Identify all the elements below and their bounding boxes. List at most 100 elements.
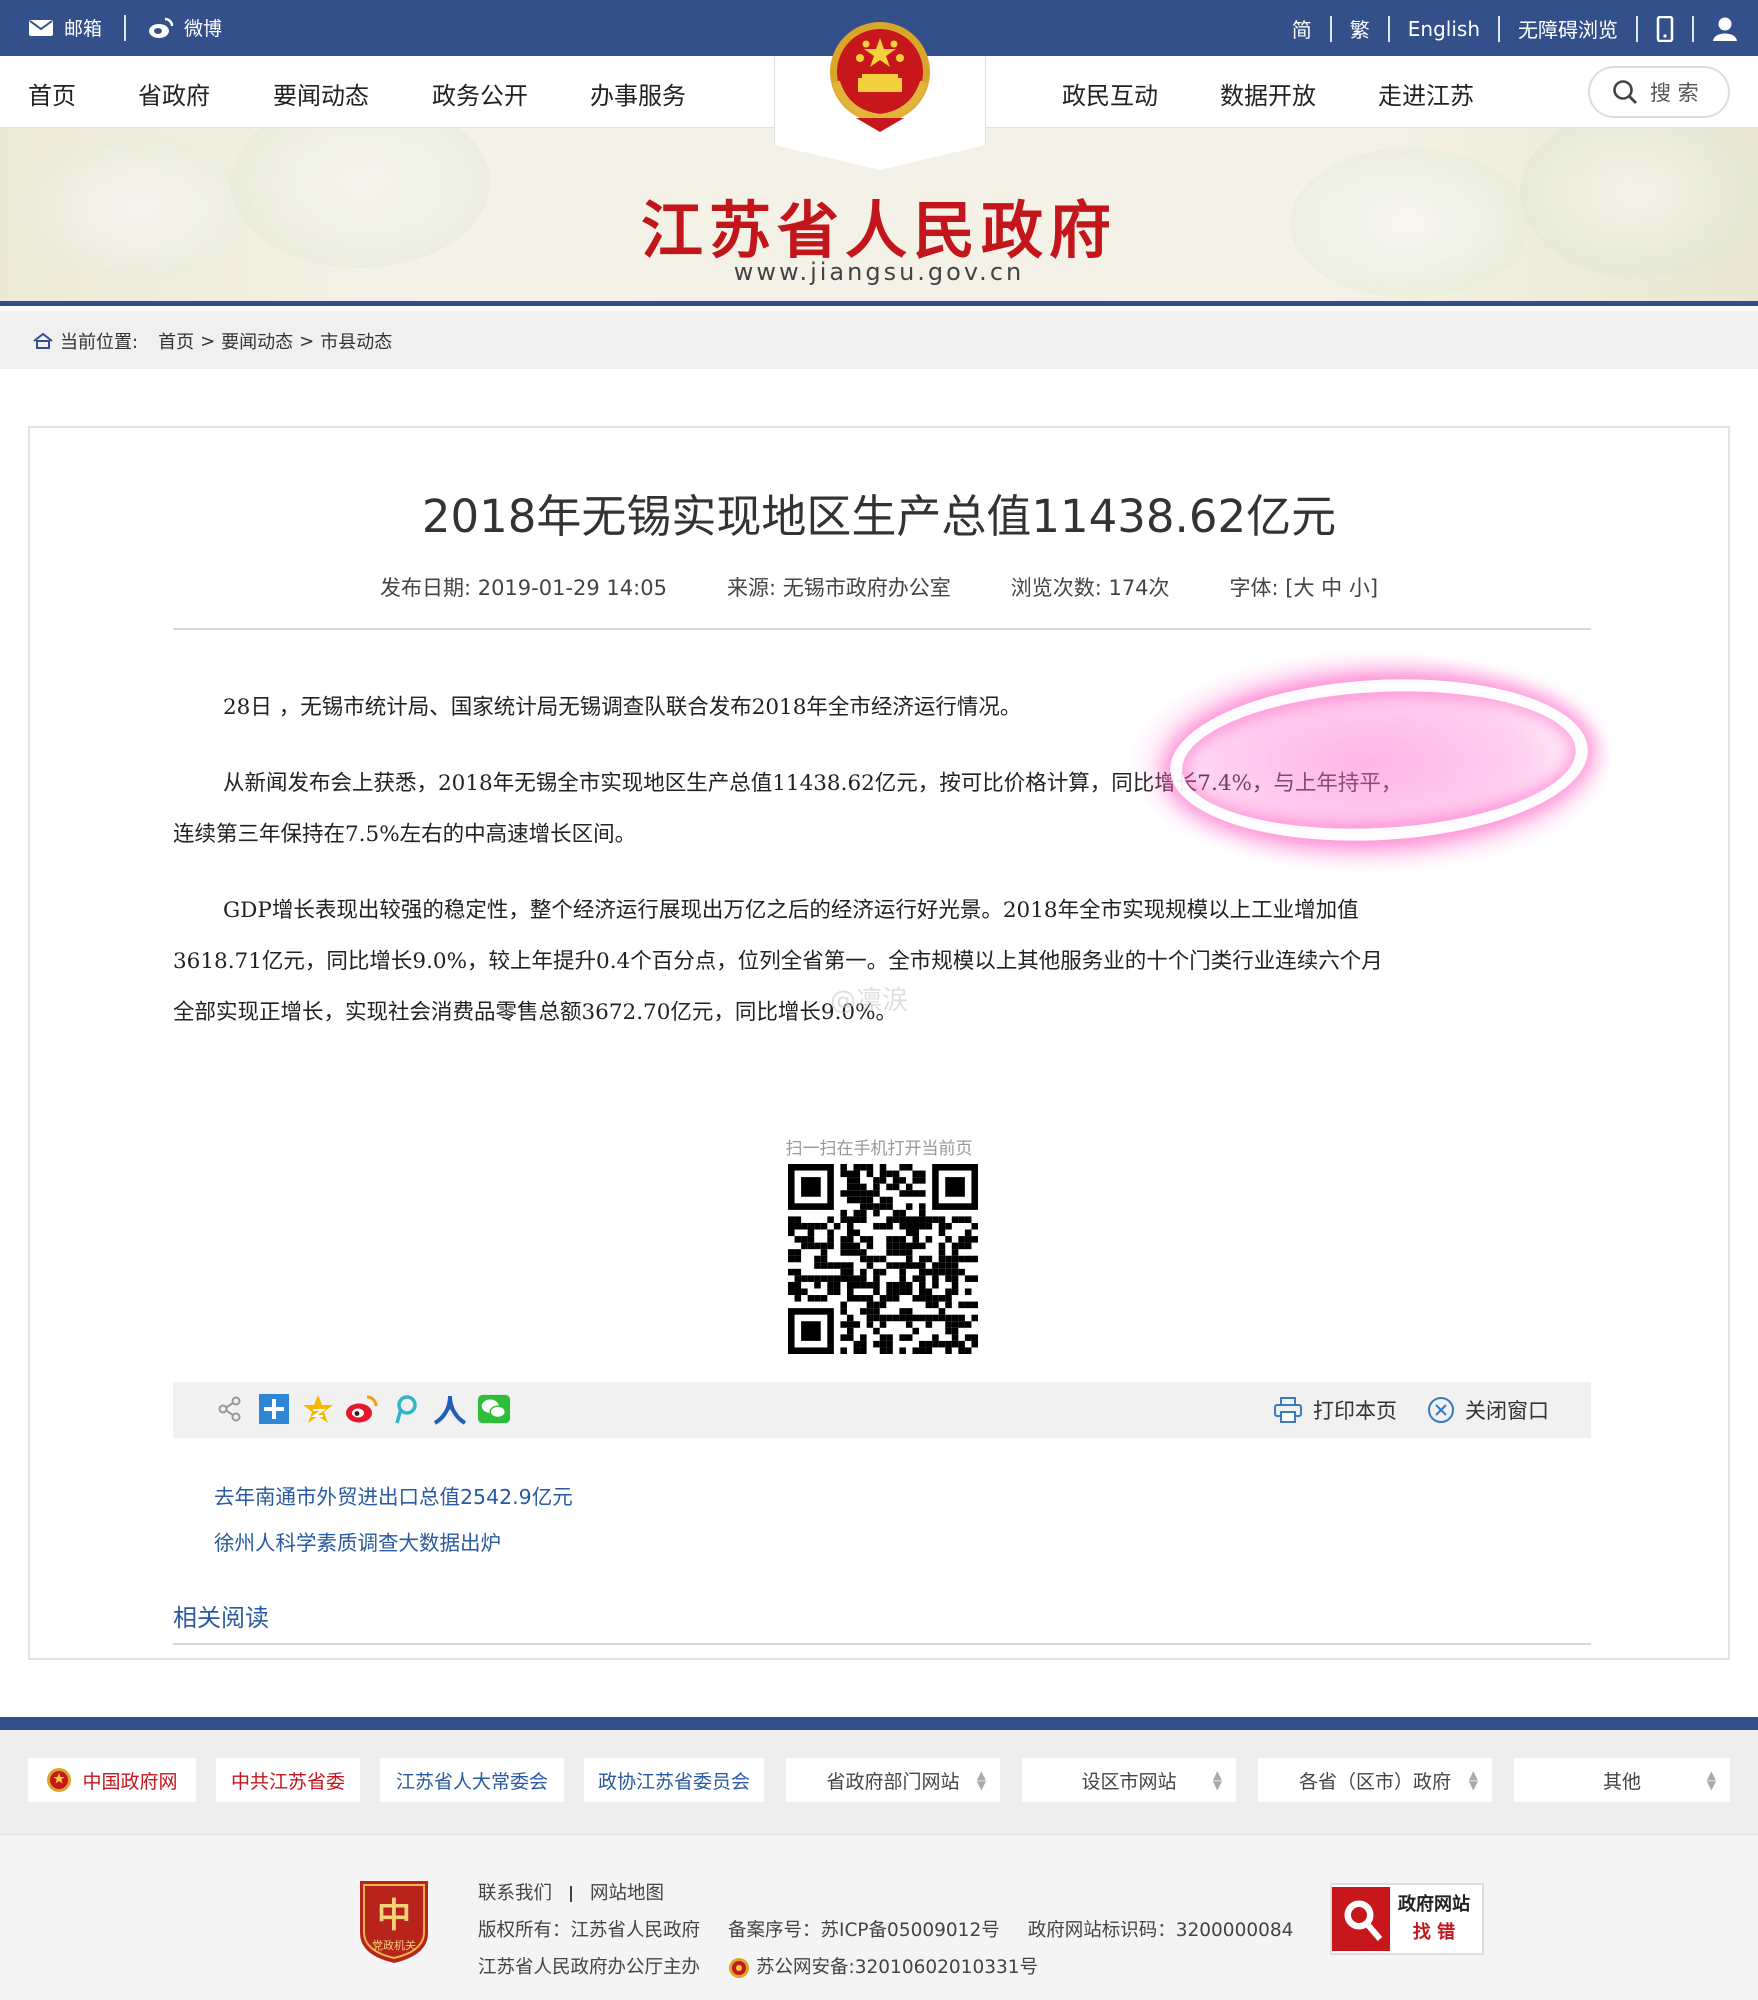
title-divider <box>173 628 1591 630</box>
paragraph-3-line-1: GDP增长表现出较强的稳定性，整个经济运行展现出万亿之后的经济运行好光景。201… <box>223 898 1359 923</box>
breadcrumb-bar: 当前位置: 首页 > 要闻动态 > 市县动态 <box>0 311 1758 369</box>
article-source: 来源: 无锡市政府办公室 <box>726 576 951 600</box>
renren-icon[interactable] <box>433 1392 467 1426</box>
china-gov-link[interactable]: 中国政府网 <box>28 1758 196 1802</box>
next-article-link[interactable]: 徐州人科学素质调查大数据出炉 <box>214 1520 573 1566</box>
magnifier-icon <box>1332 1887 1390 1951</box>
other-sites-label: 其他 <box>1602 1770 1641 1793</box>
china-gov-label: 中国政府网 <box>82 1770 178 1793</box>
cppcc-label: 政协江苏省委员会 <box>597 1770 750 1793</box>
badge-title: 政府网站 <box>1398 1894 1470 1915</box>
divider <box>1636 15 1638 42</box>
nav-news[interactable]: 要闻动态 <box>273 76 369 111</box>
department-sites-select[interactable]: 省政府部门网站 ▲ ▼ <box>786 1758 1000 1802</box>
nav-services[interactable]: 办事服务 <box>590 76 686 111</box>
icp-record[interactable]: 备案序号：苏ICP备05009012号 <box>728 1912 1000 1949</box>
adjacent-articles: 去年南通市外贸进出口总值2542.9亿元 徐州人科学素质调查大数据出炉 <box>214 1474 573 1566</box>
printer-icon <box>1274 1397 1302 1423</box>
site-identifier: 政府网站标识码：3200000084 <box>1027 1920 1294 1941</box>
publish-date: 发布日期: 2019-01-29 14:05 <box>379 576 667 600</box>
breadcrumb-separator: > <box>299 330 315 352</box>
cppcc-link[interactable]: 政协江苏省委员会 <box>584 1758 764 1802</box>
police-record-label: 苏公网安备:32010602010331号 <box>756 1957 1039 1978</box>
party-government-logo[interactable]: 中 党政机关 <box>354 1875 434 1965</box>
province-sites-select[interactable]: 各省（区市）政府 ▲ ▼ <box>1258 1758 1492 1802</box>
qr-code <box>788 1164 978 1354</box>
divider <box>1329 15 1332 42</box>
footer-divider <box>0 1717 1758 1730</box>
nav-government-affairs[interactable]: 政务公开 <box>432 76 528 111</box>
simplified-chinese-link[interactable]: 简 <box>1292 14 1312 43</box>
home-icon <box>33 332 53 349</box>
other-sites-select[interactable]: 其他 ▲ ▼ <box>1514 1758 1730 1802</box>
badge-subtitle: 找 错 <box>1412 1922 1456 1943</box>
prev-article-link[interactable]: 去年南通市外贸进出口总值2542.9亿元 <box>214 1474 573 1520</box>
close-window-button[interactable]: 关闭窗口 <box>1427 1395 1549 1425</box>
mail-icon <box>29 19 53 36</box>
select-arrows-icon: ▲ ▼ <box>1212 1768 1222 1792</box>
breadcrumb: 当前位置: 首页 > 要闻动态 > 市县动态 <box>32 328 392 354</box>
nav-provincial-government[interactable]: 省政府 <box>138 76 210 111</box>
select-arrows-icon: ▲ ▼ <box>1706 1768 1716 1792</box>
watermark: @凛涙 <box>830 986 909 1016</box>
article-meta: 发布日期: 2019-01-29 14:05 来源: 无锡市政府办公室 浏览次数… <box>30 572 1728 602</box>
footer-link-bar: 中国政府网 中共江苏省委 江苏省人大常委会 政协江苏省委员会 省政府部门网站 ▲ ▼… <box>0 1730 1758 1834</box>
search-box[interactable]: 搜 索 <box>1588 66 1730 118</box>
peoples-congress-link[interactable]: 江苏省人大常委会 <box>380 1758 564 1802</box>
sitemap-link[interactable]: 网站地图 <box>590 1875 664 1912</box>
party-committee-label: 中共江苏省委 <box>230 1770 345 1793</box>
mail-label: 邮箱 <box>64 18 103 40</box>
traditional-chinese-link[interactable]: 繁 <box>1350 14 1370 43</box>
wechat-icon[interactable] <box>477 1392 511 1426</box>
site-title: 江苏省人民政府 <box>640 194 1117 267</box>
qzone-icon[interactable] <box>301 1392 335 1426</box>
site-url: www.jiangsu.gov.cn <box>733 258 1025 286</box>
nav-interaction[interactable]: 政民互动 <box>1062 76 1158 111</box>
breadcrumb-news[interactable]: 要闻动态 <box>221 328 293 354</box>
footer-info: 联系我们 网站地图 版权所有：江苏省人民政府 备案序号：苏ICP备0500901… <box>478 1875 1293 1986</box>
peoples-congress-label: 江苏省人大常委会 <box>395 1770 548 1793</box>
accessible-browse-link[interactable]: 无障碍浏览 <box>1518 14 1618 43</box>
national-emblem-icon[interactable] <box>826 18 934 134</box>
divider <box>124 14 127 41</box>
mobile-icon[interactable] <box>1656 15 1674 42</box>
divider <box>1498 15 1500 42</box>
breadcrumb-separator: > <box>200 330 216 352</box>
report-error-badge[interactable]: 政府网站 找 错 <box>1330 1883 1484 1955</box>
logo-text: 党政机关 <box>372 1938 416 1952</box>
user-icon[interactable] <box>1712 16 1738 42</box>
tencent-weibo-icon[interactable] <box>389 1392 423 1426</box>
share-icon[interactable] <box>213 1392 247 1426</box>
nav-open-data[interactable]: 数据开放 <box>1220 76 1316 111</box>
font-size-switcher[interactable]: 字体: [大 中 小] <box>1230 572 1379 602</box>
weibo-label: 微博 <box>184 18 223 40</box>
close-icon <box>1428 1397 1454 1423</box>
mail-link[interactable]: 邮箱 <box>28 14 102 41</box>
contact-link[interactable]: 联系我们 <box>478 1875 552 1912</box>
breadcrumb-home[interactable]: 首页 <box>158 328 194 354</box>
weibo-link[interactable]: 微博 <box>148 14 222 41</box>
nav-about-jiangsu[interactable]: 走进江苏 <box>1378 76 1474 111</box>
divider <box>570 1885 573 1902</box>
print-button[interactable]: 打印本页 <box>1273 1395 1397 1425</box>
police-badge-icon <box>729 1957 750 1978</box>
nav-home[interactable]: 首页 <box>28 76 76 111</box>
breadcrumb-city-news[interactable]: 市县动态 <box>320 328 392 354</box>
site-footer: 中 党政机关 联系我们 网站地图 版权所有：江苏省人民政府 备案序号：苏ICP备… <box>0 1834 1758 2000</box>
city-sites-label: 设区市网站 <box>1081 1770 1177 1793</box>
sina-weibo-icon[interactable] <box>345 1392 379 1426</box>
search-icon <box>1613 80 1637 104</box>
city-sites-select[interactable]: 设区市网站 ▲ ▼ <box>1022 1758 1236 1802</box>
select-arrows-icon: ▲ ▼ <box>1468 1768 1478 1792</box>
select-arrows-icon: ▲ ▼ <box>976 1768 986 1792</box>
emblem-small-icon <box>47 1768 72 1792</box>
police-record[interactable]: 苏公网安备:32010602010331号 <box>728 1949 1038 1986</box>
party-committee-link[interactable]: 中共江苏省委 <box>216 1758 360 1802</box>
print-label: 打印本页 <box>1313 1399 1397 1423</box>
add-share-icon[interactable] <box>257 1392 291 1426</box>
english-link[interactable]: English <box>1408 17 1480 41</box>
weibo-icon <box>149 17 174 38</box>
article-panel: 2018年无锡实现地区生产总值11438.62亿元 发布日期: 2019-01-… <box>28 426 1730 1660</box>
related-divider <box>173 1643 1591 1645</box>
related-reading-heading: 相关阅读 <box>173 1604 269 1632</box>
